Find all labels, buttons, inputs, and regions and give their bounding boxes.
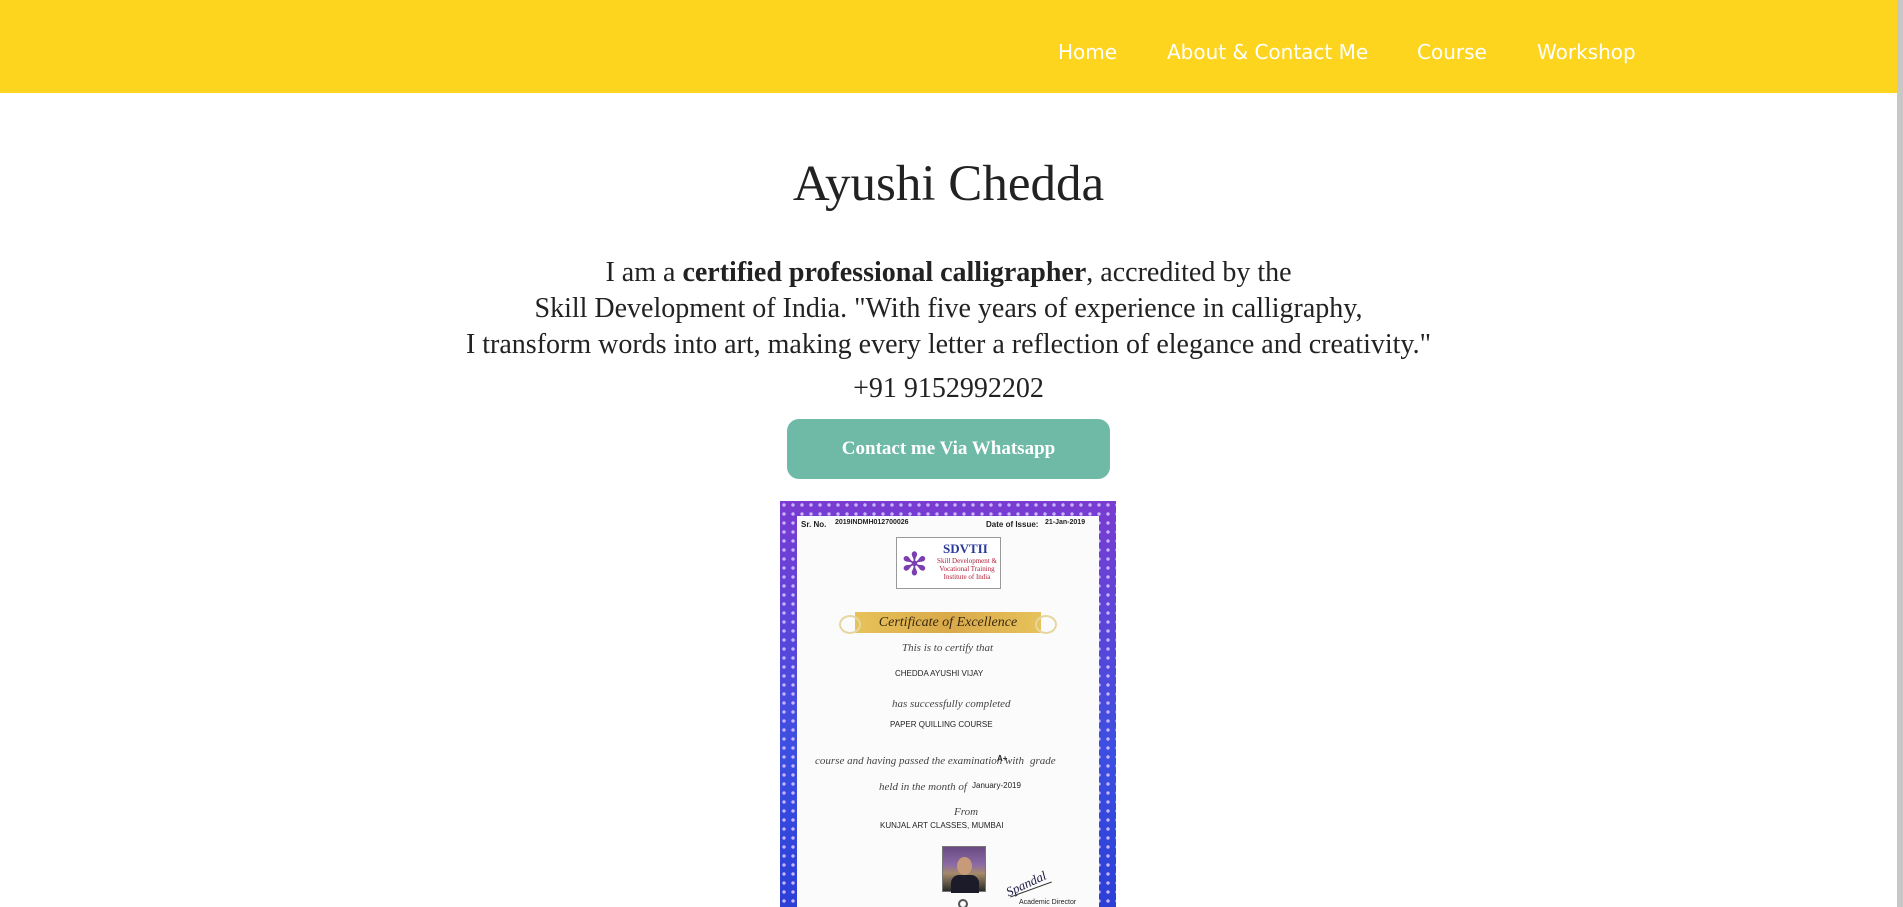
phone-number: +91 9152992202: [853, 373, 1044, 404]
bio-paragraph: I am a certified professional calligraph…: [0, 255, 1897, 363]
bio-highlight: certified professional calligrapher: [682, 257, 1087, 288]
whatsapp-contact-button[interactable]: Contact me Via Whatsapp: [787, 419, 1110, 479]
cert-completed-text: has successfully completed: [892, 698, 1011, 710]
page-scrollbar[interactable]: [1897, 0, 1903, 907]
cert-from-text: From: [954, 806, 979, 818]
page-title: Ayushi Chedda: [792, 156, 1105, 212]
cert-banner: Certificate of Excellence: [839, 612, 1057, 634]
logo-title: SDVTII: [943, 541, 988, 556]
nav-course[interactable]: Course: [1417, 40, 1487, 64]
cert-recipient: CHEDDA AYUSHI VIJAY: [895, 669, 984, 678]
certificate-image: Sr. No. 2019INDMH012700026 Date of Issue…: [780, 501, 1116, 907]
certificate-paper: Sr. No. 2019INDMH012700026 Date of Issue…: [797, 516, 1099, 907]
cert-month: January-2019: [972, 781, 1021, 790]
logo-subtitle: Skill Development & Vocational Training …: [937, 557, 997, 581]
cert-date-label: Date of Issue:: [986, 520, 1039, 529]
sdvtii-logo: ✻ SDVTII Skill Development & Vocational …: [896, 537, 1001, 589]
top-navbar: Home About & Contact Me Course Workshop: [0, 0, 1897, 93]
bio-line-1: I am a certified professional calligraph…: [605, 257, 1292, 288]
cert-certify-text: This is to certify that: [902, 642, 994, 654]
cert-held-text: held in the month of: [879, 781, 967, 793]
logo-star-icon: ✻: [901, 546, 928, 582]
nav-about-contact[interactable]: About & Contact Me: [1167, 40, 1368, 64]
cert-course: PAPER QUILLING COURSE: [890, 720, 993, 729]
cert-sr-label: Sr. No.: [801, 520, 827, 529]
cert-date-value: 21-Jan-2019: [1045, 519, 1086, 526]
cert-institute: KUNJAL ART CLASSES, MUMBAI: [880, 821, 1004, 830]
bio-line-3: I transform words into art, making every…: [465, 329, 1432, 360]
cert-seal-icon: [958, 899, 968, 907]
nav-workshop[interactable]: Workshop: [1537, 40, 1636, 64]
cert-photo: [942, 846, 986, 893]
cert-grade-word: grade: [1030, 755, 1056, 767]
cert-grade: A+: [997, 754, 1008, 763]
bio-line-2: Skill Development of India. "With five y…: [534, 293, 1363, 324]
cert-director: Academic Director: [1019, 899, 1077, 906]
nav-home[interactable]: Home: [1058, 40, 1117, 64]
cert-exam-text: course and having passed the examination…: [815, 755, 1024, 767]
cert-sr-value: 2019INDMH012700026: [835, 519, 909, 526]
